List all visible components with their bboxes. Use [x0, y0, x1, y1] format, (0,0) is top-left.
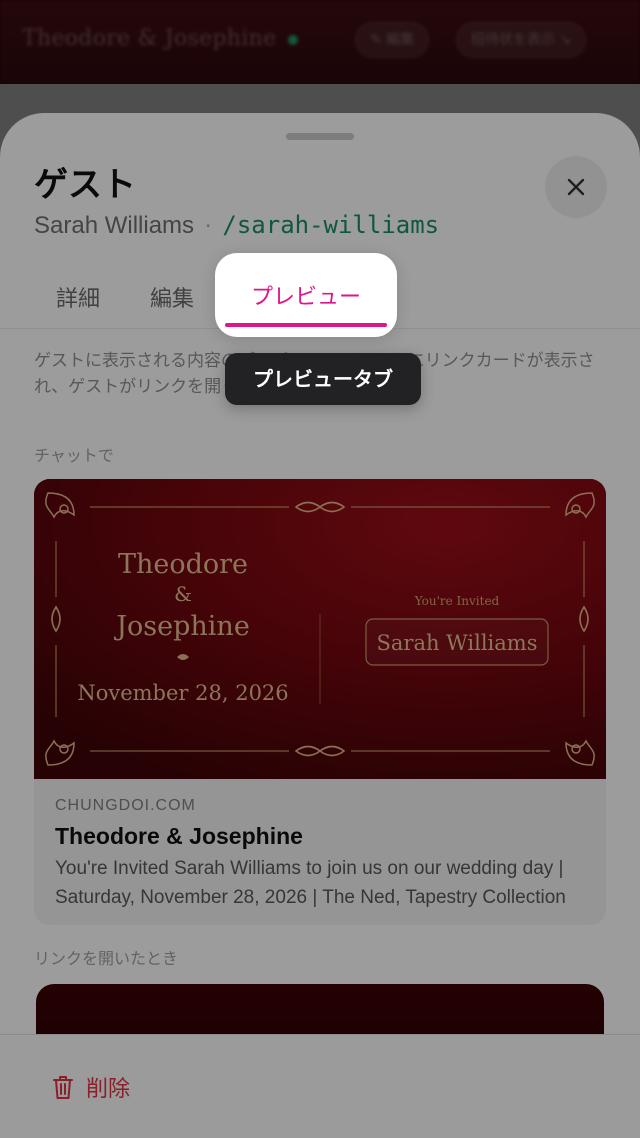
sheet-grabber[interactable] — [286, 133, 354, 140]
open-section-label: リンクを開いたとき — [34, 949, 179, 968]
sheet-title: ゲスト — [34, 165, 136, 205]
close-icon — [567, 178, 585, 196]
close-button[interactable] — [545, 156, 607, 218]
invite-ampersand: & — [174, 582, 192, 606]
tab-active-underline — [225, 323, 387, 327]
link-meta: CHUNGDOI.COM Theodore & Josephine You're… — [55, 797, 585, 912]
delete-label: 削除 — [86, 1077, 131, 1102]
invite-name-1: Theodore — [118, 549, 248, 580]
view-invite-button[interactable]: 招待状を表示 ↘ — [456, 22, 587, 58]
guest-subtitle: Sarah Williams · /sarah-williams — [34, 211, 439, 240]
link-preview-card[interactable]: Theodore & Josephine November 28, 2026 Y… — [34, 479, 606, 925]
guest-slug[interactable]: /sarah-williams — [222, 211, 439, 239]
online-status-dot — [288, 35, 298, 45]
tab-preview-label: プレビュー — [250, 285, 361, 310]
separator: · — [205, 214, 212, 238]
edit-button[interactable]: ✎ 編集 — [355, 22, 430, 58]
spotlight-layer: プレビュー — [0, 253, 640, 343]
couple-title: Theodore & Josephine — [22, 26, 277, 51]
tab-preview[interactable]: プレビュー — [215, 253, 397, 337]
app-header: Theodore & Josephine ✎ 編集 招待状を表示 ↘ — [0, 0, 640, 84]
invite-date: November 28, 2026 — [77, 681, 288, 705]
delete-button[interactable]: 削除 — [52, 1071, 130, 1103]
link-description: You're Invited Sarah Williams to join us… — [55, 858, 566, 908]
guest-name: Sarah Williams — [34, 212, 195, 239]
sheet-footer: 削除 — [0, 1034, 640, 1138]
link-title: Theodore & Josephine — [55, 823, 303, 849]
invitation-image: Theodore & Josephine November 28, 2026 Y… — [34, 479, 606, 779]
trash-icon — [53, 1076, 73, 1099]
invite-youre-invited: You're Invited — [414, 594, 500, 608]
invite-name-2: Josephine — [113, 611, 250, 642]
tooltip: プレビュータブ — [225, 353, 421, 405]
link-domain: CHUNGDOI.COM — [55, 797, 196, 814]
chat-section-label: チャットで — [34, 446, 114, 465]
